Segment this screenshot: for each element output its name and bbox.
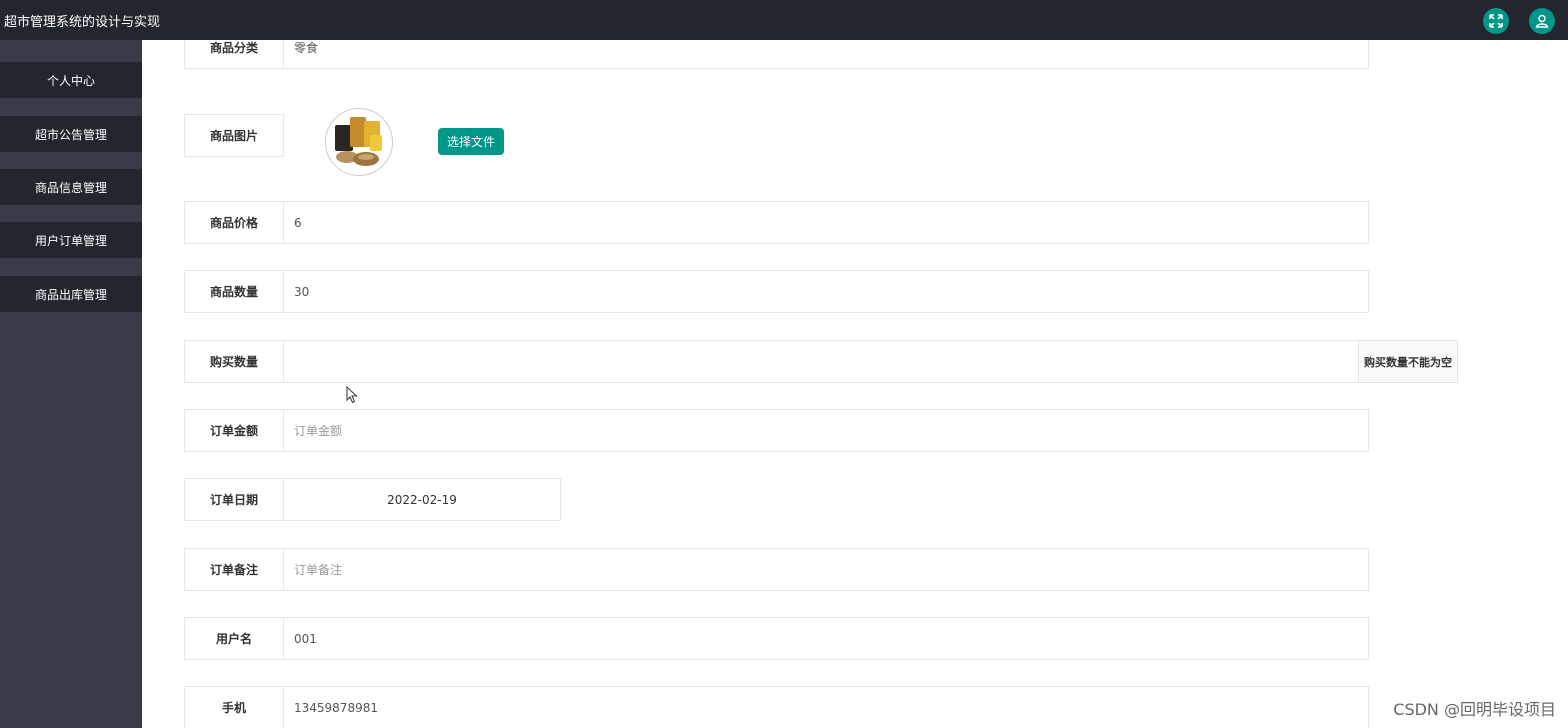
sidebar-item-label: 商品信息管理 (34, 180, 107, 195)
category-label: 商品分类 (184, 40, 284, 69)
price-field[interactable]: 6 (283, 201, 1369, 244)
buy-quantity-input[interactable] (283, 340, 1369, 383)
mouse-cursor-icon (346, 386, 358, 404)
watermark: CSDN @回明毕设项目 (1393, 700, 1556, 719)
top-navbar: 超市管理系统的设计与实现 (0, 0, 1568, 40)
remark-input[interactable]: 订单备注 (283, 548, 1369, 591)
sidebar-item-product-info[interactable]: 商品信息管理 (0, 169, 142, 205)
price-label: 商品价格 (184, 201, 284, 244)
amount-input[interactable]: 订单金额 (283, 409, 1369, 452)
sidebar-item-product-outbound[interactable]: 商品出库管理 (0, 276, 142, 312)
user-icon (1535, 14, 1549, 28)
sidebar-item-personal-center[interactable]: 个人中心 (0, 62, 142, 98)
sidebar-item-announcements[interactable]: 超市公告管理 (0, 116, 142, 152)
sidebar-item-label: 商品出库管理 (34, 287, 107, 302)
expand-arrows-icon (1489, 14, 1503, 28)
category-field[interactable]: 零食 (283, 40, 1369, 69)
quantity-field[interactable]: 30 (283, 270, 1369, 313)
image-label: 商品图片 (184, 114, 284, 157)
phone-field[interactable]: 13459878981 (283, 686, 1369, 728)
app-title: 超市管理系统的设计与实现 (4, 15, 161, 30)
date-label: 订单日期 (184, 478, 284, 521)
remark-label: 订单备注 (184, 548, 284, 591)
date-picker[interactable]: 2022-02-19 (283, 478, 561, 521)
buy-quantity-error: 购买数量不能为空 (1358, 340, 1458, 383)
amount-label: 订单金额 (184, 409, 284, 452)
sidebar-item-label: 用户订单管理 (34, 233, 107, 248)
sidebar: 个人中心 超市公告管理 商品信息管理 用户订单管理 商品出库管理 (0, 40, 142, 728)
sidebar-item-label: 超市公告管理 (34, 127, 107, 142)
sidebar-item-label: 个人中心 (46, 73, 95, 88)
quantity-label: 商品数量 (184, 270, 284, 313)
user-menu-button[interactable] (1529, 8, 1555, 34)
fullscreen-button[interactable] (1483, 8, 1509, 34)
username-field[interactable]: 001 (283, 617, 1369, 660)
choose-file-button[interactable]: 选择文件 (438, 128, 504, 155)
sidebar-item-user-orders[interactable]: 用户订单管理 (0, 222, 142, 258)
username-label: 用户名 (184, 617, 284, 660)
product-image-thumbnail (325, 108, 393, 176)
phone-label: 手机 (184, 686, 284, 728)
order-form: 商品分类 零食 商品图片 选择文件 商品价格 6 商品数量 30 购买数量 购买… (142, 40, 1568, 728)
buy-quantity-label: 购买数量 (184, 340, 284, 383)
